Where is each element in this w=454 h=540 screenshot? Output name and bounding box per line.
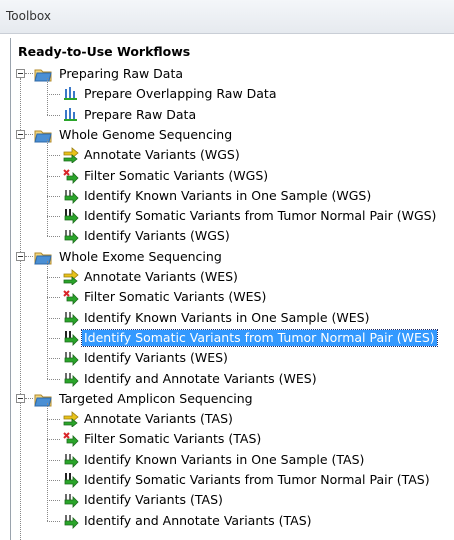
workflow-filter-icon: [62, 168, 79, 184]
tree-item-label: Prepare Raw Data: [84, 106, 197, 122]
tree-item-identify-variants-tas[interactable]: Identify Variants (TAS): [0, 490, 454, 510]
tree-connector: [47, 94, 60, 96]
tree-connector: [47, 155, 60, 157]
tree-item-label: Identify Variants (TAS): [84, 492, 223, 508]
tree-connector: [47, 337, 60, 339]
tree-item-identify-and-annotate-variants-tas[interactable]: Identify and Annotate Variants (TAS): [0, 511, 454, 531]
tree-connector: [47, 317, 60, 319]
collapse-toggle-icon[interactable]: [16, 129, 25, 139]
workflow-raw-icon: [62, 107, 78, 123]
tree-folder-preparing-raw-data[interactable]: Preparing Raw Data: [0, 64, 454, 84]
tree-item-label: Prepare Overlapping Raw Data: [84, 86, 277, 102]
tree-item-filter-somatic-variants-tas[interactable]: Filter Somatic Variants (TAS): [0, 429, 454, 449]
workflow-identify-icon: [62, 228, 79, 245]
tree-folder-label: Preparing Raw Data: [59, 66, 184, 81]
tree-connector: [47, 500, 60, 502]
tree-connector-vertical: [47, 78, 48, 115]
tree-item-annotate-variants-wgs[interactable]: Annotate Variants (WGS): [0, 145, 454, 165]
tree-folder-targeted-amplicon-sequencing[interactable]: Targeted Amplicon Sequencing: [0, 389, 454, 409]
tree-item-label: Identify Variants (WGS): [84, 228, 230, 244]
workflow-identify-icon: [62, 513, 79, 529]
tree-folder-label: Whole Exome Sequencing: [59, 248, 222, 264]
tree-item-filter-somatic-variants-wgs[interactable]: Filter Somatic Variants (WGS): [0, 166, 454, 186]
tree-item-annotate-variants-wes[interactable]: Annotate Variants (WES): [0, 267, 454, 287]
tree-item-label: Identify Somatic Variants from Tumor Nor…: [84, 208, 437, 224]
tree-item-selected[interactable]: Identify Somatic Variants from Tumor Nor…: [0, 328, 454, 348]
workflow-identify-icon: [62, 188, 79, 204]
workflow-somatic-icon: [62, 208, 79, 225]
tree-item-label: Identify Variants (WES): [84, 350, 228, 366]
workflow-filter-icon: [62, 289, 79, 306]
tree-item-label: Filter Somatic Variants (WES): [84, 289, 267, 305]
tree-connector: [47, 480, 60, 481]
tree-connector: [47, 114, 60, 116]
tree-folder-whole-exome-sequencing[interactable]: Whole Exome Sequencing: [0, 247, 454, 267]
tree-item-prepare-raw-data[interactable]: Prepare Raw Data: [0, 105, 454, 125]
workflow-identify-icon: [62, 492, 79, 509]
tree-connector: [47, 358, 60, 360]
workflow-identify-icon: [62, 452, 79, 468]
tree-item-label: Filter Somatic Variants (WGS): [84, 167, 269, 183]
tree-item-identify-and-annotate-variants-wes[interactable]: Identify and Annotate Variants (WES): [0, 369, 454, 389]
tree-connector: [25, 255, 33, 257]
tree-item-label: Identify Known Variants in One Sample (W…: [84, 309, 370, 325]
tree-connector: [47, 459, 60, 461]
tree-connector-vertical: [47, 403, 48, 521]
tree-connector: [25, 73, 33, 74]
tree-connector: [47, 378, 60, 380]
tree-item-identify-variants-wes[interactable]: Identify Variants (WES): [0, 348, 454, 368]
tree-connector: [25, 397, 33, 399]
tree-connector: [47, 277, 60, 278]
workflow-identify-icon: [62, 310, 79, 326]
tree-folder-label: Targeted Amplicon Sequencing: [59, 390, 253, 406]
collapse-toggle-icon[interactable]: [16, 393, 25, 403]
tree-connector: [47, 195, 60, 197]
tree-item-identify-somatic-variants-from-tumor-normal-pair-tas[interactable]: Identify Somatic Variants from Tumor Nor…: [0, 470, 454, 490]
tree-item-identify-somatic-variants-from-tumor-normal-pair-wgs[interactable]: Identify Somatic Variants from Tumor Nor…: [0, 206, 454, 226]
collapse-toggle-icon[interactable]: [16, 251, 25, 261]
tree-item-label: Annotate Variants (WGS): [84, 147, 240, 163]
tree-item-identify-variants-wgs[interactable]: Identify Variants (WGS): [0, 226, 454, 246]
tree-item-label: Identify Known Variants in One Sample (T…: [84, 451, 365, 467]
workflow-annotate-icon: [62, 147, 79, 165]
tree-connector: [47, 216, 60, 218]
tree-item-label: Annotate Variants (TAS): [84, 411, 233, 427]
tree-item-label: Identify Known Variants in One Sample (W…: [84, 187, 372, 203]
tree-folder-whole-genome-sequencing[interactable]: Whole Genome Sequencing: [0, 125, 454, 145]
workflow-filter-icon: [62, 431, 79, 448]
tree-item-prepare-overlapping-raw-data[interactable]: Prepare Overlapping Raw Data: [0, 84, 454, 104]
workflow-annotate-icon: [62, 269, 79, 286]
tree-item-annotate-variants-tas[interactable]: Annotate Variants (TAS): [0, 409, 454, 429]
tree-folder-label: Whole Genome Sequencing: [59, 126, 233, 142]
tree-connector: [47, 236, 60, 238]
tree-item-label: Annotate Variants (WES): [84, 269, 238, 284]
tree-item-identify-known-variants-in-one-sample-wes[interactable]: Identify Known Variants in One Sample (W…: [0, 308, 454, 328]
workflow-annotate-icon: [62, 411, 79, 428]
tree-connector: [47, 297, 60, 299]
tree-connector: [47, 520, 60, 522]
workflow-identify-icon: [62, 350, 79, 367]
tree-item-identify-known-variants-in-one-sample-wgs[interactable]: Identify Known Variants in One Sample (W…: [0, 186, 454, 206]
tree-item-label: Identify Somatic Variants from Tumor Nor…: [84, 472, 430, 487]
tree-connector: [47, 419, 60, 421]
tree-item-label: Identify and Annotate Variants (WES): [84, 370, 317, 386]
tree-item-identify-known-variants-in-one-sample-tas[interactable]: Identify Known Variants in One Sample (T…: [0, 450, 454, 470]
tree-connector-vertical: [47, 261, 48, 379]
workflow-raw-icon: [62, 86, 78, 102]
tree-item-filter-somatic-variants-wes[interactable]: Filter Somatic Variants (WES): [0, 287, 454, 307]
tree-item-label: Identify and Annotate Variants (TAS): [84, 512, 312, 528]
tree-item-label: Identify Somatic Variants from Tumor Nor…: [81, 328, 438, 347]
tree-connector: [25, 133, 33, 135]
workflow-tree: Preparing Raw Data Prepare Overlapping Ra…: [0, 0, 454, 540]
tree-connector: [47, 439, 60, 441]
collapse-toggle-icon[interactable]: [16, 69, 25, 78]
workflow-somatic-icon: [62, 330, 79, 346]
tree-connector-vertical: [47, 139, 48, 237]
tree-connector: [47, 175, 60, 177]
tree-item-label: Filter Somatic Variants (TAS): [84, 431, 262, 447]
workflow-identify-icon: [62, 371, 79, 387]
workflow-somatic-icon: [62, 472, 79, 488]
